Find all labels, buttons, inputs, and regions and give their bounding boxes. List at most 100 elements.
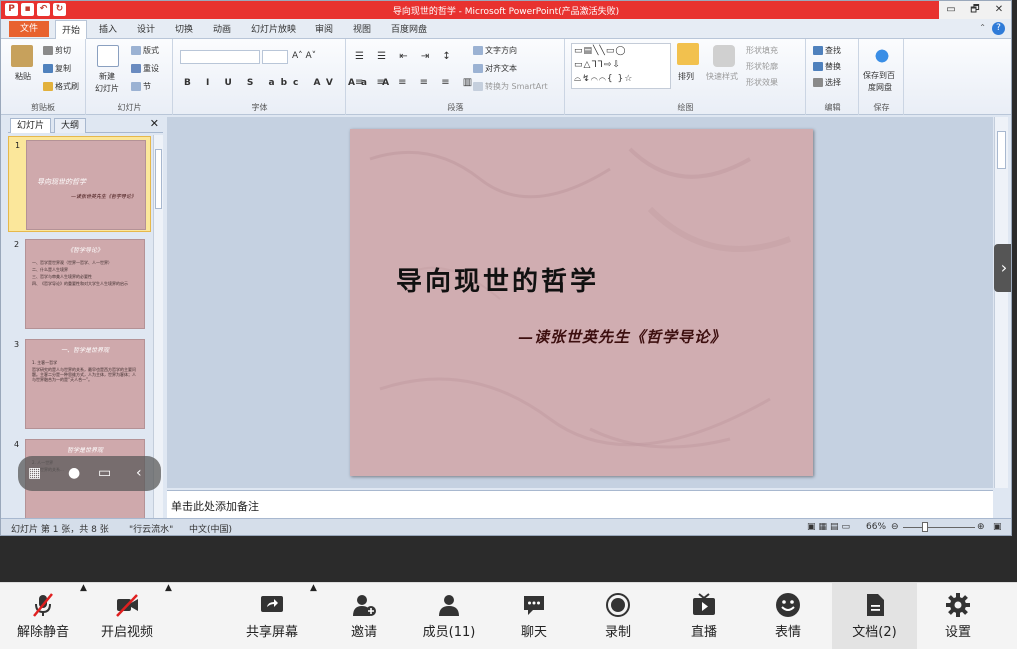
editor-scroll-thumb[interactable]: [997, 131, 1006, 169]
window-title: 导向现世的哲学 - Microsoft PowerPoint(产品激活失败): [392, 7, 620, 17]
layout-button[interactable]: 版式: [131, 45, 159, 56]
reset-button[interactable]: 重设: [131, 63, 159, 74]
restore-button[interactable]: 🗗: [963, 1, 987, 19]
text-direction-button[interactable]: 文字方向: [473, 45, 517, 56]
pane-scroll-thumb[interactable]: [155, 149, 162, 209]
replace-button[interactable]: 替换: [813, 61, 841, 72]
paste-button[interactable]: 粘贴: [15, 71, 31, 82]
alignment-buttons[interactable]: ≡ ≡ ≡ ≡ ≡ ▥: [355, 77, 477, 88]
font-size-combo[interactable]: [262, 50, 288, 64]
align-text-icon: [473, 64, 483, 73]
font-family-combo[interactable]: [180, 50, 260, 64]
side-expand-arrow-icon[interactable]: ›: [994, 244, 1011, 292]
tab-transitions[interactable]: 切换: [175, 22, 193, 35]
shape-effects-button[interactable]: 形状效果: [746, 77, 778, 88]
shape-outline-button[interactable]: 形状轮廓: [746, 61, 778, 72]
audio-options-arrow-icon[interactable]: ▲: [80, 583, 87, 593]
record-button[interactable]: 录制: [596, 583, 640, 649]
pane-close-icon[interactable]: ✕: [150, 117, 159, 130]
settings-button[interactable]: 设置: [936, 583, 980, 649]
paste-icon[interactable]: [11, 45, 33, 67]
smartart-icon: [473, 82, 483, 91]
tab-review[interactable]: 审阅: [315, 22, 333, 35]
select-button[interactable]: 选择: [813, 77, 841, 88]
camera-icon[interactable]: ●: [68, 465, 80, 481]
documents-button[interactable]: 文档(2): [832, 583, 917, 649]
chat-button[interactable]: 聊天: [512, 583, 556, 649]
unmute-button[interactable]: 解除静音: [10, 583, 76, 649]
group-slides: 新建 幻灯片 版式 重设 节 幻灯片: [87, 39, 173, 115]
ribbon-collapse-icon[interactable]: ⌃: [979, 23, 986, 32]
zoom-level[interactable]: 66%: [866, 522, 886, 532]
group-editing: 查找 替换 选择 编辑: [807, 39, 859, 115]
find-button[interactable]: 查找: [813, 45, 841, 56]
font-grow-shrink-button[interactable]: A˄ A˅: [292, 51, 316, 61]
slide-title[interactable]: 导向现世的哲学: [396, 261, 599, 298]
group-label-font: 字体: [251, 103, 268, 112]
group-save: 保存到百 度网盘 保存: [860, 39, 904, 115]
editor-scrollbar[interactable]: [994, 117, 1008, 488]
section-icon: [131, 82, 141, 91]
smartart-button[interactable]: 转换为 SmartArt: [473, 81, 548, 92]
zoom-slider-knob[interactable]: [922, 522, 928, 532]
new-slide-button[interactable]: 新建: [99, 71, 115, 82]
minimize-button[interactable]: ▭: [939, 1, 963, 19]
arrange-button[interactable]: 排列: [678, 71, 694, 82]
new-slide-label[interactable]: 幻灯片: [95, 83, 119, 94]
cut-icon: [43, 46, 53, 55]
slide-thumbnail-1[interactable]: 1 导向现世的哲学 —读张世英先生《哲学导论》: [8, 136, 151, 232]
tab-file[interactable]: 文件: [9, 21, 49, 37]
share-screen-button[interactable]: 共享屏幕: [240, 583, 304, 649]
tab-baidu[interactable]: 百度网盘: [391, 22, 427, 35]
tab-insert[interactable]: 插入: [99, 22, 117, 35]
slide-subtitle[interactable]: —读张世英先生《哲学导论》: [518, 326, 726, 347]
fit-window-icon[interactable]: ▣: [993, 522, 1002, 532]
copy-button[interactable]: 复制: [43, 63, 71, 74]
notes-pane[interactable]: 单击此处添加备注: [167, 490, 993, 518]
video-options-arrow-icon[interactable]: ▲: [165, 583, 172, 593]
tab-design[interactable]: 设计: [137, 22, 155, 35]
tab-outline[interactable]: 大纲: [54, 118, 87, 133]
slide-count: 幻灯片 第 1 张，共 8 张: [11, 525, 109, 535]
shapes-gallery[interactable]: ▭▤╲╲▭◯ ▭△ᒣ⅂⇨⇩ ⌓↯⌒⌒{ }☆: [571, 43, 671, 89]
tab-animations[interactable]: 动画: [213, 22, 231, 35]
pane-tabs: 幻灯片 大纲 ✕: [8, 117, 163, 133]
baidu-cloud-icon[interactable]: [871, 45, 893, 67]
shape-fill-button[interactable]: 形状填充: [746, 45, 778, 56]
save-to-baidu-button[interactable]: 保存到百: [863, 70, 895, 81]
members-button[interactable]: 成员(11): [418, 583, 480, 649]
current-slide[interactable]: 导向现世的哲学 —读张世英先生《哲学导论》: [350, 129, 813, 476]
list-buttons[interactable]: ☰ ☰ ⇤ ⇥ ↕: [355, 51, 456, 62]
align-text-button[interactable]: 对齐文本: [473, 63, 517, 74]
invite-button[interactable]: 邀请: [340, 583, 388, 649]
slide-thumbnail-2[interactable]: 2 《哲学导论》 一、哲学是世界观（世界一哲学、人一世界） 二、什么是人生境界 …: [8, 236, 151, 332]
tab-home[interactable]: 开始: [55, 20, 88, 39]
zoom-out-icon[interactable]: ⊖: [891, 522, 899, 532]
slide-thumbnail-3[interactable]: 3 一、哲学是世界观 1. 主客一哲学 哲学研究的是人与世界的关系，最早也是西方…: [8, 336, 151, 432]
chat-icon[interactable]: ▭: [98, 465, 111, 481]
quick-styles-icon[interactable]: [713, 45, 735, 67]
tab-view[interactable]: 视图: [353, 22, 371, 35]
zoom-slider[interactable]: [903, 527, 975, 528]
grid-icon[interactable]: ▦: [28, 465, 41, 481]
cut-button[interactable]: 剪切: [43, 45, 71, 56]
quick-styles-button[interactable]: 快速样式: [706, 71, 738, 82]
new-slide-icon[interactable]: [97, 45, 119, 67]
live-button[interactable]: 直播: [682, 583, 726, 649]
tab-slides[interactable]: 幻灯片: [10, 118, 52, 133]
view-buttons[interactable]: ▣▦▤▭: [807, 522, 853, 532]
reactions-button[interactable]: 表情: [766, 583, 810, 649]
collapse-arrow-icon[interactable]: ‹: [136, 465, 142, 481]
close-button[interactable]: ✕: [987, 1, 1011, 19]
arrange-icon[interactable]: [677, 43, 699, 65]
help-icon[interactable]: ?: [992, 22, 1005, 35]
zoom-in-icon[interactable]: ⊕: [977, 522, 985, 532]
share-options-arrow-icon[interactable]: ▲: [310, 583, 317, 593]
save-to-baidu-label[interactable]: 度网盘: [868, 82, 892, 93]
format-painter-button[interactable]: 格式刷: [43, 81, 79, 92]
floating-toolbar[interactable]: ▦ ● ▭ ‹: [18, 456, 161, 491]
start-video-button[interactable]: 开启视频: [96, 583, 158, 649]
section-button[interactable]: 节: [131, 81, 151, 92]
group-label-editing: 编辑: [824, 103, 841, 112]
tab-slideshow[interactable]: 幻灯片放映: [251, 22, 296, 35]
